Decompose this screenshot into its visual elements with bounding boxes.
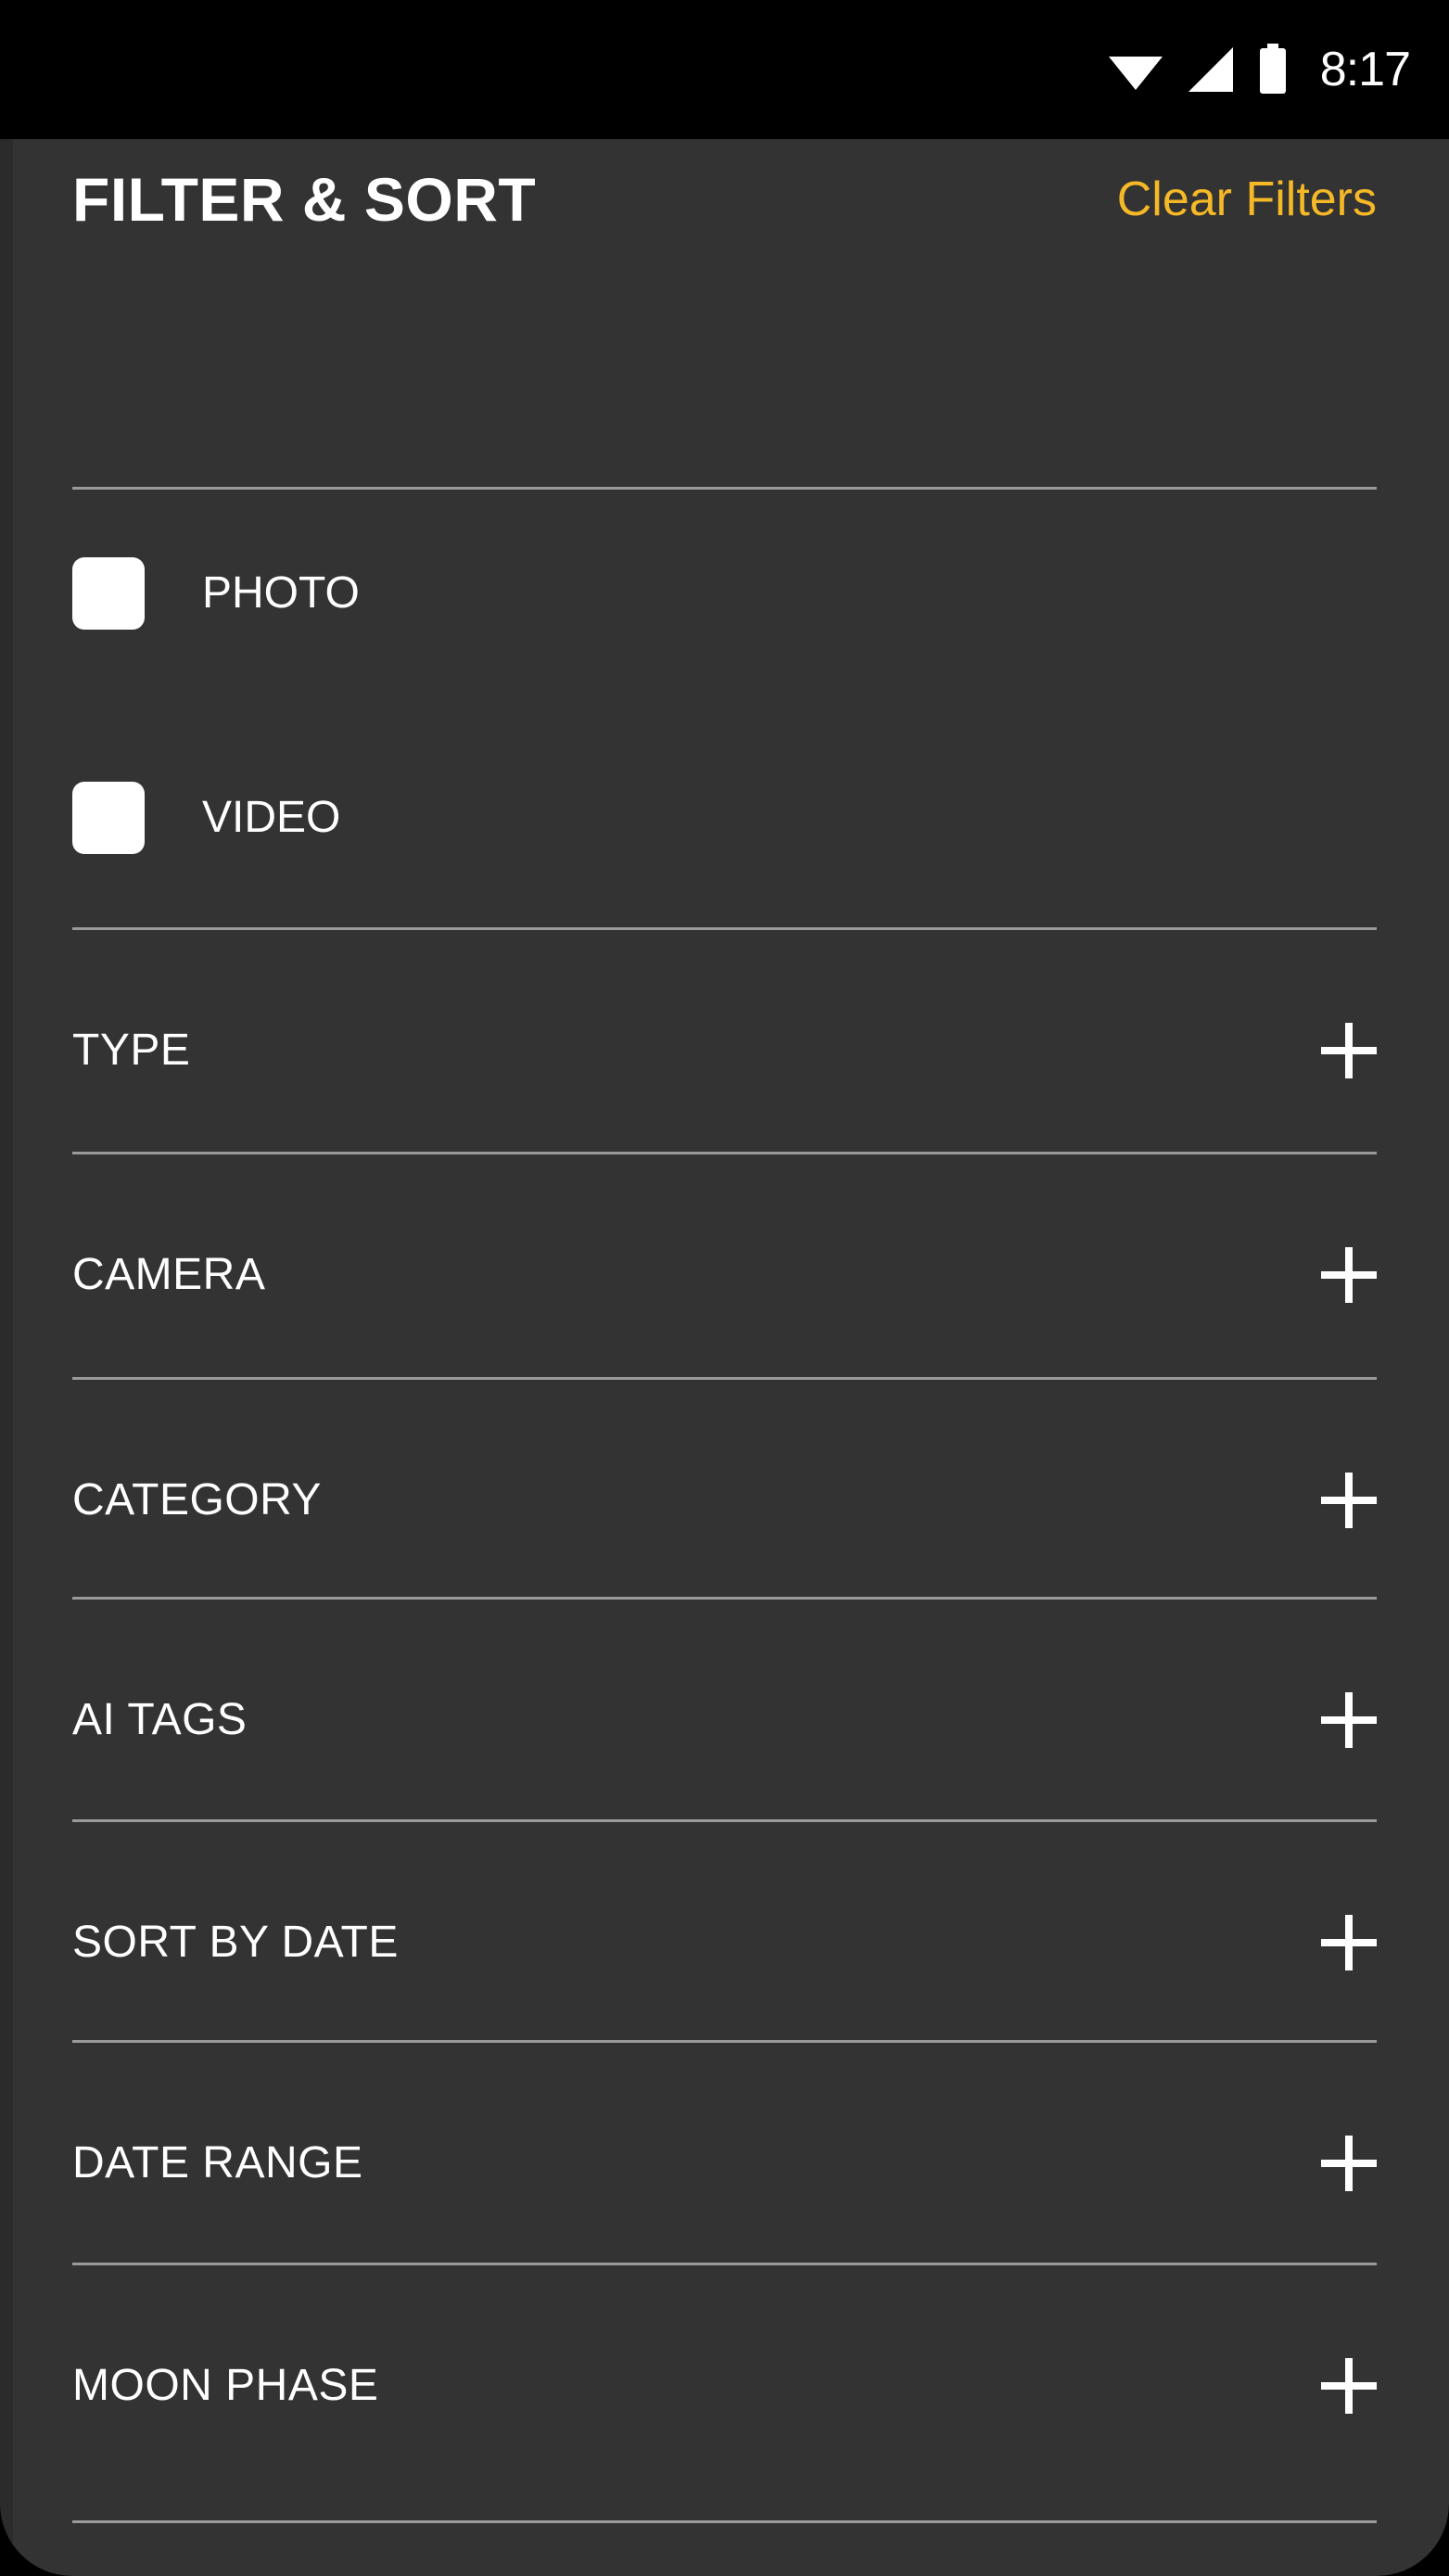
status-bar-clock: 8:17 <box>1319 43 1411 96</box>
section-row-sort-by-date[interactable]: SORT BY DATE <box>72 1910 1377 1975</box>
filter-checkbox-row-photo[interactable]: PHOTO <box>72 556 1377 631</box>
plus-icon[interactable] <box>1321 1692 1377 1748</box>
section-row-ai-tags[interactable]: AI TAGS <box>72 1688 1377 1753</box>
plus-icon[interactable] <box>1321 1247 1377 1303</box>
checkbox-label-photo: PHOTO <box>202 568 360 618</box>
plus-icon[interactable] <box>1321 1473 1377 1528</box>
plus-icon[interactable] <box>1321 2136 1377 2191</box>
battery-icon <box>1259 44 1286 94</box>
checkbox-label-video: VIDEO <box>202 793 341 842</box>
section-row-type[interactable]: TYPE <box>72 1018 1377 1083</box>
divider-type <box>72 1152 1377 1154</box>
plus-icon[interactable] <box>1321 2358 1377 2414</box>
drawer-left-edge <box>0 139 13 2576</box>
section-row-moon-phase[interactable]: MOON PHASE <box>72 2353 1377 2418</box>
plus-icon[interactable] <box>1321 1023 1377 1078</box>
panel-header: FILTER & SORT Clear Filters <box>72 139 1377 260</box>
divider-ai-tags <box>72 1819 1377 1822</box>
page-title: FILTER & SORT <box>72 165 537 234</box>
clear-filters-button[interactable]: Clear Filters <box>1117 175 1377 223</box>
section-row-date-range[interactable]: DATE RANGE <box>72 2131 1377 2196</box>
divider-header <box>72 487 1377 490</box>
section-label-sort-by-date: SORT BY DATE <box>72 1918 399 1967</box>
phone-screen: 8:17 FILTER & SORT Clear Filters PHOTO V… <box>0 0 1449 2576</box>
section-label-category: CATEGORY <box>72 1475 322 1524</box>
divider-camera <box>72 1377 1377 1380</box>
status-bar: 8:17 <box>0 0 1449 139</box>
section-row-camera[interactable]: CAMERA <box>72 1243 1377 1307</box>
filter-checkbox-row-video[interactable]: VIDEO <box>72 781 1377 855</box>
wifi-icon <box>1108 57 1163 90</box>
checkbox-video[interactable] <box>72 782 145 854</box>
section-row-category[interactable]: CATEGORY <box>72 1468 1377 1533</box>
filter-sort-drawer <box>0 139 1449 2576</box>
cellular-signal-icon <box>1188 47 1233 92</box>
plus-icon[interactable] <box>1321 1915 1377 1970</box>
section-label-date-range: DATE RANGE <box>72 2138 363 2187</box>
section-label-moon-phase: MOON PHASE <box>72 2361 379 2410</box>
divider-date-range <box>72 2263 1377 2265</box>
section-label-ai-tags: AI TAGS <box>72 1695 248 1744</box>
section-label-camera: CAMERA <box>72 1250 266 1299</box>
divider-moon-phase <box>72 2520 1377 2523</box>
divider-sort-by-date <box>72 2040 1377 2043</box>
checkbox-photo[interactable] <box>72 557 145 630</box>
divider-category <box>72 1597 1377 1600</box>
divider-media-types <box>72 927 1377 930</box>
section-label-type: TYPE <box>72 1026 191 1075</box>
